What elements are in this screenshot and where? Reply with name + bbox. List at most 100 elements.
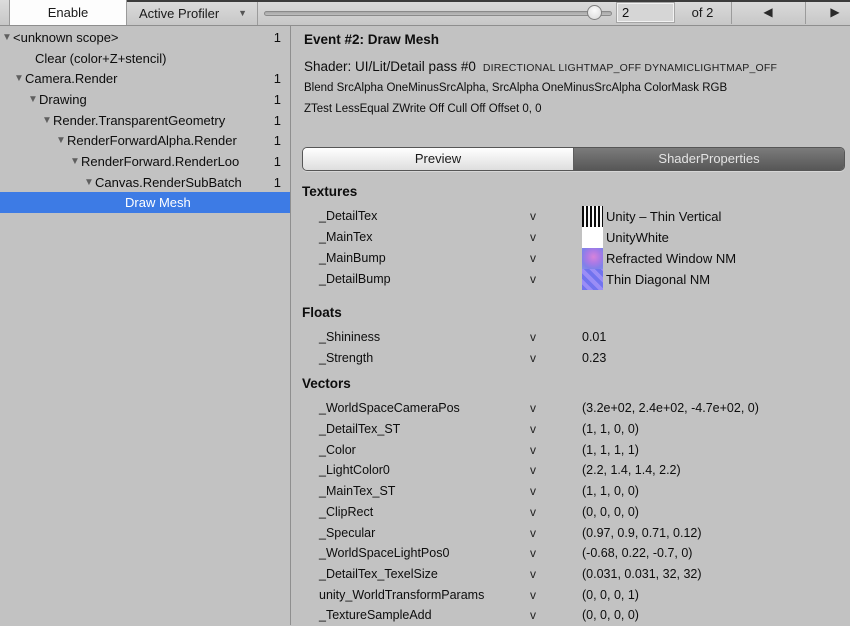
event-total-label: of 2	[674, 0, 731, 25]
property-stage-flag: v	[530, 502, 536, 523]
active-profiler-dropdown[interactable]: Active Profiler ▼	[127, 2, 258, 25]
property-value: 0.23	[582, 348, 606, 369]
property-name: _MainBump	[319, 248, 386, 269]
property-row: _DetailTex v Unity – Thin Vertical	[291, 206, 850, 227]
tree-item[interactable]: ▼Camera.Render 1	[0, 68, 290, 89]
tree-item[interactable]: Draw Mesh	[0, 192, 290, 213]
tab-preview[interactable]: Preview	[303, 148, 574, 170]
property-name: _TextureSampleAdd	[319, 605, 432, 626]
shader-info-line: Shader: UI/Lit/Detail pass #0 DIRECTIONAL…	[304, 59, 777, 74]
property-value: (2.2, 1.4, 1.4, 2.2)	[582, 460, 681, 481]
property-name: _DetailBump	[319, 269, 391, 290]
tree-item-count: 1	[274, 68, 281, 89]
event-title: Event #2: Draw Mesh	[304, 32, 439, 47]
property-value: (0, 0, 0, 0)	[582, 502, 639, 523]
tree-item-label: Draw Mesh	[125, 192, 191, 213]
texture-thumbnail[interactable]	[582, 269, 603, 290]
property-row: _TextureSampleAddv(0, 0, 0, 0)	[291, 605, 850, 626]
tree-item-label: Clear (color+Z+stencil)	[35, 48, 167, 69]
property-value: (1, 1, 0, 0)	[582, 481, 639, 502]
property-value: (1, 1, 0, 0)	[582, 419, 639, 440]
detail-tab-bar: Preview ShaderProperties	[302, 147, 845, 171]
tree-item[interactable]: ▼Drawing1	[0, 89, 290, 110]
event-number-input[interactable]	[617, 3, 674, 22]
property-row: _DetailTex_TexelSize v (0.031, 0.031, 32, …	[291, 564, 850, 585]
tab-shader-properties[interactable]: ShaderProperties	[574, 148, 844, 170]
section-header-vectors: Vectors	[291, 374, 850, 398]
property-value: (-0.68, 0.22, -0.7, 0)	[582, 543, 692, 564]
arrow-left-icon: ◀	[763, 5, 772, 19]
texture-thumbnail[interactable]	[582, 227, 603, 248]
foldout-triangle-icon[interactable]: ▼	[2, 27, 12, 48]
property-row: _ClipRect v (0, 0, 0, 0)	[291, 502, 850, 523]
tree-item-count: 1	[274, 27, 281, 48]
property-stage-flag: v	[530, 327, 536, 348]
property-name: _Shininess	[319, 327, 380, 348]
foldout-triangle-icon[interactable]: ▼	[28, 89, 38, 110]
event-slider[interactable]	[264, 11, 612, 16]
property-name: _MainTex	[319, 227, 373, 248]
blend-state-line: Blend SrcAlpha OneMinusSrcAlpha, SrcAlph…	[304, 82, 727, 94]
property-name: _Specular	[319, 523, 375, 544]
property-name: _DetailTex_ST	[319, 419, 400, 440]
tree-item-count: 1	[274, 130, 281, 151]
tree-item-label: RenderForwardAlpha.Render	[67, 130, 237, 151]
depth-state-line: ZTest LessEqual ZWrite Off Cull Off Offs…	[304, 103, 542, 115]
texture-name: Unity – Thin Vertical	[606, 206, 721, 227]
tree-item-count: 1	[274, 89, 281, 110]
property-name: _Strength	[319, 348, 373, 369]
property-stage-flag: v	[530, 419, 536, 440]
property-stage-flag: v	[530, 564, 536, 585]
property-stage-flag: v	[530, 227, 536, 248]
tree-item[interactable]: ▼Canvas.RenderSubBatch1	[0, 172, 290, 193]
active-profiler-label: Active Profiler	[139, 6, 219, 21]
property-value: (0.031, 0.031, 32, 32)	[582, 564, 702, 585]
texture-thumbnail[interactable]	[582, 206, 603, 227]
property-name: _DetailTex	[319, 206, 377, 227]
property-stage-flag: v	[530, 248, 536, 269]
tree-item[interactable]: ▼Render.TransparentGeometry1	[0, 110, 290, 131]
foldout-triangle-icon[interactable]: ▼	[70, 151, 80, 172]
property-stage-flag: v	[530, 269, 536, 290]
foldout-triangle-icon[interactable]: ▼	[14, 68, 24, 89]
property-name: _Color	[319, 440, 356, 461]
arrow-right-icon: ▶	[830, 5, 839, 19]
enable-button[interactable]: Enable	[9, 0, 127, 25]
tree-item[interactable]: Clear (color+Z+stencil)	[0, 48, 290, 69]
property-row: _WorldSpaceCameraPosv(3.2e+02, 2.4e+02, …	[291, 398, 850, 419]
foldout-triangle-icon[interactable]: ▼	[42, 110, 52, 131]
foldout-triangle-icon[interactable]: ▼	[56, 130, 66, 151]
property-row: _DetailBump v Thin Diagonal NM	[291, 269, 850, 290]
shader-keywords: DIRECTIONAL LIGHTMAP_OFF DYNAMICLIGHTMAP…	[483, 62, 777, 74]
property-stage-flag: v	[530, 543, 536, 564]
tree-item[interactable]: ▼RenderForwardAlpha.Render 1	[0, 130, 290, 151]
property-name: _DetailTex_TexelSize	[319, 564, 438, 585]
shader-name: Shader: UI/Lit/Detail pass #0	[304, 59, 476, 74]
shader-properties-list: Textures_DetailTexvUnity – Thin Vertical…	[291, 176, 850, 626]
event-details-panel: Event #2: Draw Mesh Shader: UI/Lit/Detai…	[291, 26, 850, 625]
texture-thumbnail[interactable]	[582, 248, 603, 269]
texture-name: UnityWhite	[606, 227, 669, 248]
tree-item-count: 1	[274, 110, 281, 131]
property-stage-flag: v	[530, 585, 536, 606]
tree-item-label: <unknown scope>	[13, 27, 119, 48]
texture-name: Refracted Window NM	[606, 248, 736, 269]
tree-item[interactable]: ▼RenderForward.RenderLoo1	[0, 151, 290, 172]
foldout-triangle-icon[interactable]: ▼	[84, 172, 94, 193]
property-row: _Strengthv0.23	[291, 348, 850, 369]
property-name: _LightColor0	[319, 460, 390, 481]
previous-event-button[interactable]: ◀	[731, 0, 805, 25]
property-name: _ClipRect	[319, 502, 373, 523]
property-stage-flag: v	[530, 523, 536, 544]
property-row: _LightColor0v(2.2, 1.4, 1.4, 2.2)	[291, 460, 850, 481]
chevron-down-icon: ▼	[238, 2, 247, 25]
property-stage-flag: v	[530, 206, 536, 227]
texture-name: Thin Diagonal NM	[606, 269, 710, 290]
event-slider-thumb[interactable]	[587, 5, 602, 20]
property-name: _MainTex_ST	[319, 481, 395, 502]
tree-item[interactable]: ▼<unknown scope> 1	[0, 27, 290, 48]
tree-item-label: Camera.Render	[25, 68, 118, 89]
event-tree-panel: ▼<unknown scope>1Clear (color+Z+stencil)…	[0, 26, 291, 625]
next-event-button[interactable]: ▶	[805, 0, 850, 25]
property-value: 0.01	[582, 327, 606, 348]
